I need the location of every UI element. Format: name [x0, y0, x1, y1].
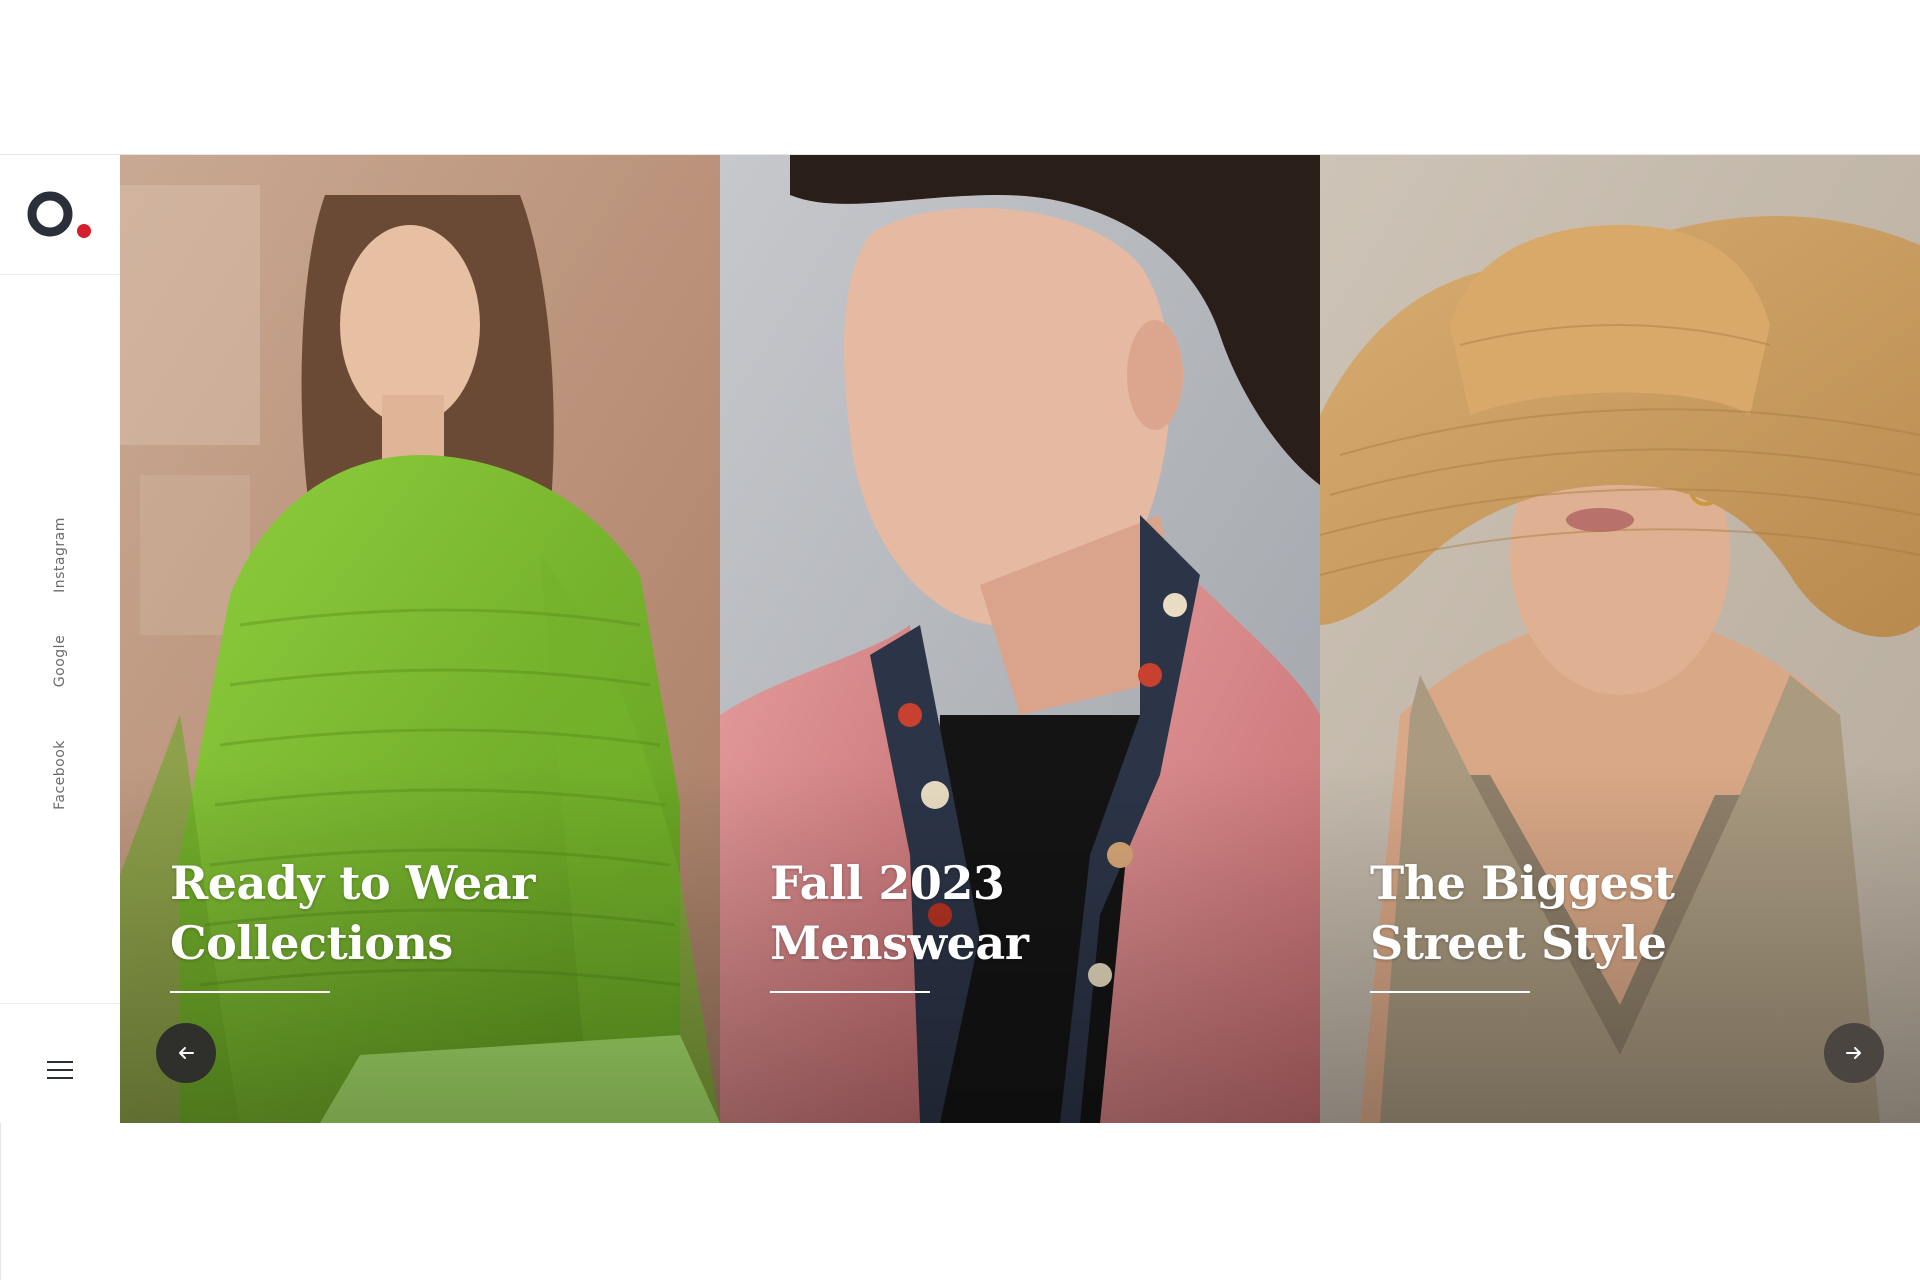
page: Instagram Google Facebook Ready to Wear … — [0, 0, 1920, 1280]
arrow-left-icon — [179, 1047, 194, 1059]
slide-title[interactable]: Fall 2023 Menswear — [770, 853, 1290, 973]
logo-area — [0, 155, 120, 275]
slide-fall-menswear[interactable]: Fall 2023 Menswear — [720, 155, 1320, 1123]
slide-street-style[interactable]: The Biggest Street Style — [1320, 155, 1920, 1123]
page-edge-line — [0, 1123, 1, 1280]
google-link[interactable]: Google — [52, 635, 68, 687]
hamburger-menu-icon[interactable] — [47, 1061, 73, 1079]
hero-slider: Ready to Wear Collections Fall 2023 Mens… — [120, 155, 1920, 1123]
brand-logo-icon[interactable] — [26, 188, 96, 248]
slider-prev-button[interactable] — [156, 1023, 216, 1083]
sidebar: Instagram Google Facebook — [0, 155, 121, 1123]
instagram-link[interactable]: Instagram — [52, 517, 68, 593]
slide-title[interactable]: The Biggest Street Style — [1370, 853, 1890, 973]
slide-title[interactable]: Ready to Wear Collections — [170, 853, 690, 973]
menu-area — [0, 1003, 120, 1124]
slider-next-button[interactable] — [1824, 1023, 1884, 1083]
slide-underline — [1370, 991, 1530, 993]
facebook-link[interactable]: Facebook — [52, 740, 68, 810]
slide-ready-to-wear[interactable]: Ready to Wear Collections — [120, 155, 720, 1123]
arrow-right-icon — [1846, 1047, 1861, 1059]
slide-underline — [170, 991, 330, 993]
slide-underline — [770, 991, 930, 993]
